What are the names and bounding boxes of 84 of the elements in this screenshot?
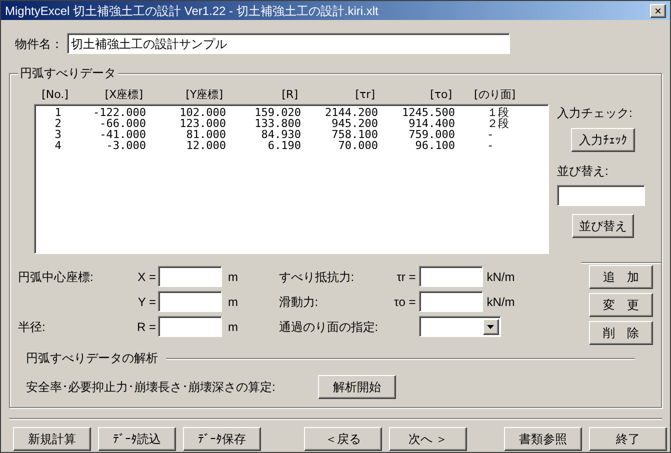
list-cell-text: 84.930 — [260, 129, 301, 140]
property-name-field[interactable]: 切土補強土工の設計サンプル — [67, 33, 510, 54]
column-header: [のり面] — [473, 86, 516, 103]
list-cell-text: 759.000 — [408, 129, 455, 140]
sort-label: 並び替え: — [557, 163, 610, 180]
radius-label: 半径: — [18, 318, 46, 336]
list-cell-text: 2144.200 — [324, 107, 378, 118]
resistance-label: すべり抵抗力: — [278, 268, 356, 286]
column-header: [No.] — [40, 86, 70, 103]
analysis-label: 安全率･必要抑止力･崩壊長さ･崩壊深さの算定: — [26, 379, 276, 396]
list-cell-text: 758.100 — [330, 129, 378, 140]
tau-r-field[interactable] — [418, 266, 483, 287]
r-field[interactable] — [158, 316, 222, 337]
footer-button[interactable]: 新規計算 — [13, 427, 91, 451]
list-row[interactable]: 3 -41.000 81.000 84.930 758.100 759.000 - — [37, 129, 548, 140]
footer-button[interactable]: ＜戻る — [304, 427, 382, 451]
start-analysis-button[interactable]: 解析開始 — [318, 375, 396, 399]
property-label: 物件名： — [15, 36, 63, 52]
sort-field[interactable] — [557, 185, 645, 206]
list-cell-text: -122.000 — [92, 107, 146, 118]
sort-button[interactable]: 並び替え — [572, 214, 634, 238]
group-title: 円弧すべりデータ — [18, 66, 118, 80]
list-cell-text: -3.000 — [105, 140, 146, 151]
list-cell-text: 1245.500 — [401, 107, 455, 118]
column-header: [Y座標] — [184, 86, 223, 103]
list-cell-text: 2 — [54, 118, 62, 129]
slope-dropdown[interactable] — [418, 316, 501, 337]
unit-label: m — [228, 268, 239, 286]
list-edit-button[interactable]: 削 除 — [589, 321, 654, 345]
unit-label: m — [228, 294, 239, 310]
footer-button[interactable]: 書類参照 — [504, 427, 582, 451]
list-cell-text: 945.200 — [330, 118, 378, 129]
list-cell-text: 6.190 — [266, 140, 301, 151]
list-cell-text: 81.000 — [185, 129, 226, 140]
list-row[interactable]: 1 -122.000 102.000 159.020 2144.200 1245.500 １段 — [37, 107, 548, 118]
list-cell-text: 70.000 — [337, 140, 378, 151]
close-button[interactable]: × — [650, 4, 666, 18]
window-title: MightyExcel 切土補強土工の設計 Ver1.22 - 切土補強土工の設計.kiri.xlt — [5, 2, 378, 20]
list-edit-button[interactable]: 変 更 — [589, 293, 654, 317]
x-label: X = — [136, 268, 157, 286]
y-label: Y = — [136, 294, 157, 310]
footer-button[interactable]: 終了 — [589, 427, 667, 451]
list-cell-text: 102.000 — [178, 107, 226, 118]
r-label: R = — [136, 318, 157, 336]
tau-r-label: τr = — [396, 268, 417, 286]
list-row[interactable]: 4 -3.000 12.000 6.190 70.000 96.100 - — [37, 140, 548, 151]
column-header: [τo] — [429, 86, 452, 103]
list-cell-text: １段 — [486, 107, 509, 118]
input-check-button[interactable]: 入力ﾁｪｯｸ — [571, 128, 635, 152]
center-coordinate-label: 円弧中心座標: — [18, 268, 94, 286]
y-field[interactable] — [158, 291, 222, 312]
column-header: [X座標] — [104, 86, 143, 103]
list-cell-text: 4 — [54, 140, 62, 151]
list-edit-button[interactable]: 追 加 — [589, 265, 654, 289]
list-cell-text: 3 — [54, 129, 62, 140]
slope-select-label: 通過のり面の指定: — [278, 318, 380, 336]
unit-label: m — [228, 318, 239, 336]
unit-label: kN/m — [486, 268, 516, 286]
list-cell-text: 1 — [54, 107, 62, 118]
list-cell-text: 133.800 — [254, 118, 301, 129]
list-cell-text: - — [486, 129, 494, 140]
list-cell-text: ２段 — [486, 118, 509, 129]
footer-button[interactable]: ﾃﾞｰﾀ保存 — [183, 427, 261, 451]
list-cell-text: 12.000 — [185, 140, 226, 151]
tau-o-field[interactable] — [418, 291, 483, 312]
input-check-label: 入力チェック: — [557, 105, 634, 122]
list-cell-text: -66.000 — [98, 118, 146, 129]
column-header: [τr] — [354, 86, 375, 103]
list-cell-text: 123.000 — [178, 118, 226, 129]
list-cell-text: - — [486, 140, 494, 151]
footer-button[interactable]: 次へ ＞ — [389, 427, 467, 451]
list-cell-text: 914.400 — [408, 118, 455, 129]
list-row[interactable]: 2 -66.000 123.000 133.800 945.200 914.400 ２段 — [37, 118, 548, 129]
list-cell-text: 96.100 — [414, 140, 455, 151]
footer-button[interactable]: ﾃﾞｰﾀ読込 — [98, 427, 176, 451]
list-cell-text: -41.000 — [98, 129, 146, 140]
section-title: 円弧すべりデータの解析 — [26, 350, 158, 367]
arc-data-list[interactable]: 1 -122.000 102.000 159.020 2144.200 1245.500 １段 2 -66.000 123.000 133.800 945.200 914.400 ２段 3 -41.000 81.000 84.930 758.100 759.000 - 4 -3.000 12.000 6.190 70.000 96.100 - — [34, 104, 549, 254]
tau-o-label: τo = — [393, 294, 417, 310]
x-field[interactable] — [158, 266, 222, 287]
sliding-force-label: 滑動力: — [278, 294, 320, 310]
column-header: [R] — [280, 86, 298, 103]
list-cell-text: 159.020 — [254, 107, 301, 118]
unit-label: kN/m — [486, 294, 516, 310]
